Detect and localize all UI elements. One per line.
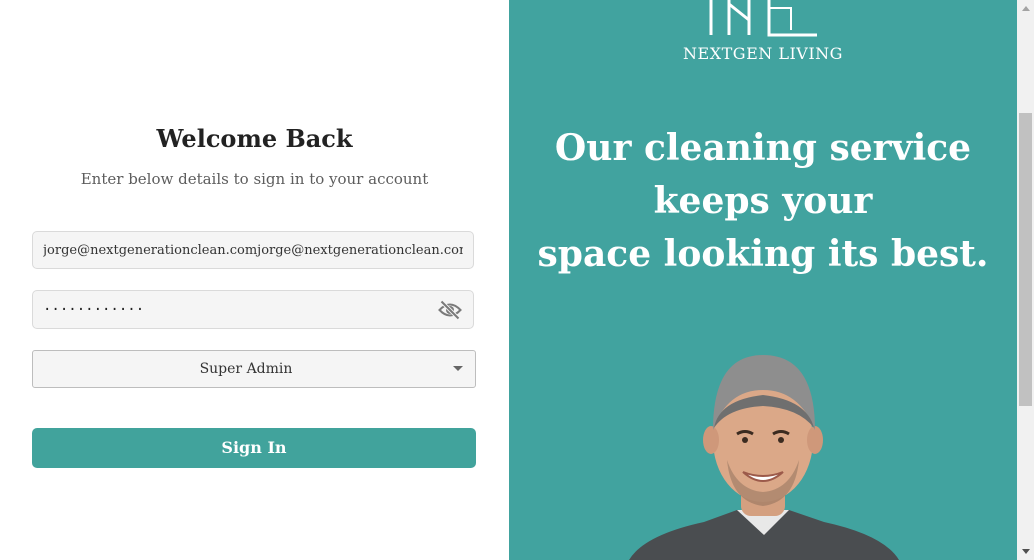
page-subtitle: Enter below details to sign in to your a… (80, 170, 429, 188)
password-field[interactable] (33, 291, 433, 328)
login-panel: Welcome Back Enter below details to sign… (0, 0, 509, 560)
brand-name: NEXTGEN LIVING (683, 44, 843, 63)
sign-in-button[interactable]: Sign In (32, 428, 476, 468)
password-field-wrapper (32, 290, 474, 329)
headline-line: keeps your (653, 180, 873, 222)
scroll-up-arrow-icon[interactable] (1022, 6, 1030, 11)
house-logo-icon (709, 0, 817, 37)
headline-line: Our cleaning service (554, 127, 972, 169)
promo-panel: NEXTGEN LIVING Our cleaning service keep… (509, 0, 1017, 560)
email-field-wrapper (32, 231, 474, 269)
scrollbar-thumb[interactable] (1019, 113, 1032, 406)
cleaner-photo (629, 355, 899, 560)
chevron-down-icon (453, 366, 463, 371)
headline-line: space looking its best. (537, 233, 989, 275)
role-select-value: Super Admin (199, 361, 293, 377)
vertical-scrollbar[interactable] (1017, 0, 1034, 560)
page-title: Welcome Back (156, 124, 353, 153)
scroll-down-arrow-icon[interactable] (1022, 549, 1030, 554)
email-field[interactable] (33, 232, 473, 268)
eye-off-icon[interactable] (438, 300, 462, 320)
role-select[interactable]: Super Admin (32, 350, 476, 388)
promo-headline: Our cleaning service keeps your space lo… (509, 122, 1017, 281)
